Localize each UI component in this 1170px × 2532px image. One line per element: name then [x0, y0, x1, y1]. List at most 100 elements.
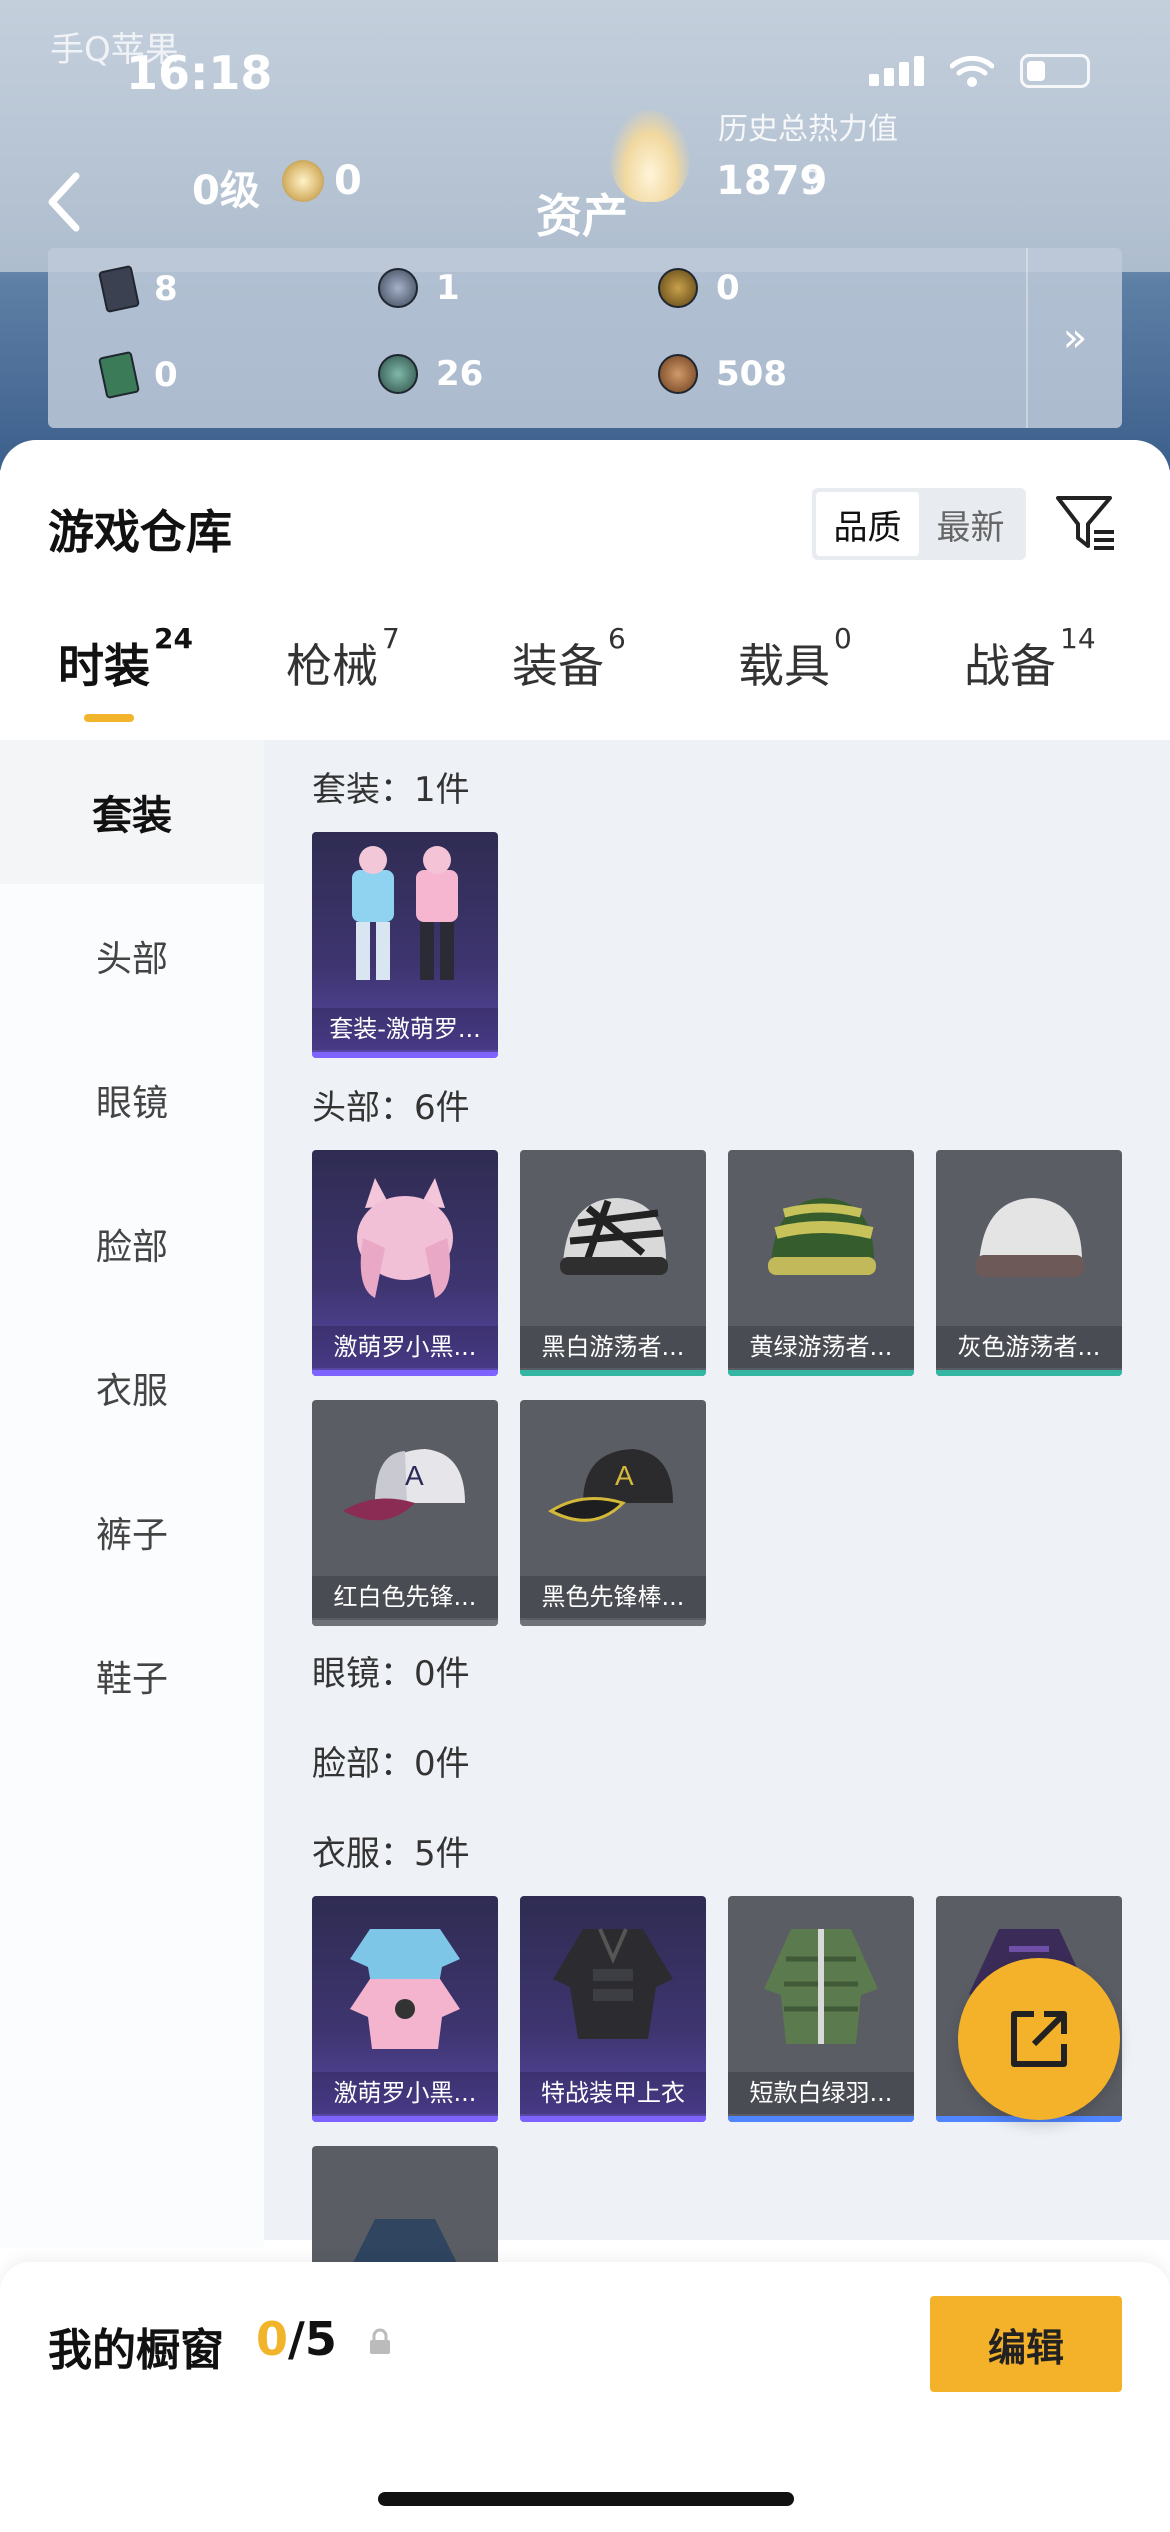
rank-value: 0 [334, 158, 362, 204]
tab-count: 14 [1060, 621, 1096, 655]
rarity-bar [728, 2116, 914, 2122]
showcase-count: 0/5 [256, 2312, 337, 2366]
share-button[interactable] [958, 1958, 1120, 2120]
signal-icon [869, 56, 924, 86]
sidebar-item-head[interactable]: 头部 [0, 884, 264, 1028]
rarity-bar [312, 1620, 498, 1626]
status-time: 16:18 [126, 46, 273, 100]
status-icons [869, 54, 1090, 88]
edit-button[interactable]: 编辑 [930, 2296, 1122, 2392]
sidebar-item-pants[interactable]: 裤子 [0, 1460, 264, 1604]
assets-panel: 8 1 0 0 26 508 » [48, 248, 1122, 428]
item-card[interactable]: 黑白游荡者... [520, 1150, 706, 1376]
item-card[interactable]: 套装-激萌罗... [312, 832, 498, 1058]
asset-item: 0 [98, 350, 178, 400]
category-tabs: 时装24 枪械7 装备6 载具0 战备14 [0, 622, 1170, 740]
item-name: 黄绿游荡者... [728, 1326, 914, 1368]
back-button[interactable] [44, 172, 104, 242]
sidebar-item-glasses[interactable]: 眼镜 [0, 1028, 264, 1172]
pink-blue-shirts-image [312, 1896, 498, 2072]
svg-text:A: A [405, 1460, 424, 1491]
yellow-green-beanie-image [728, 1150, 914, 1326]
rarity-bar [520, 1370, 706, 1376]
rarity-bar [312, 1052, 498, 1058]
item-card[interactable]: A 红白色先锋... [312, 1400, 498, 1626]
item-card[interactable]: A 黑色先锋棒... [520, 1400, 706, 1626]
item-card[interactable]: 灰色游荡者... [936, 1150, 1122, 1376]
tab-label: 枪械 [286, 639, 378, 693]
asset-value: 0 [716, 268, 740, 308]
asset-item: 1 [378, 268, 460, 308]
tab-label: 载具 [738, 639, 830, 693]
item-name: 特战装甲上衣 [520, 2072, 706, 2114]
asset-value: 0 [154, 355, 178, 395]
tab-count: 6 [608, 621, 626, 655]
item-name: 灰色游荡者... [936, 1326, 1122, 1368]
tab-label: 装备 [512, 639, 604, 693]
page-title: 资产 [536, 189, 628, 243]
rank-badge-icon [282, 160, 324, 202]
section-label-suit: 套装：1件 [312, 770, 470, 810]
tab-supplies[interactable]: 战备14 [964, 622, 1096, 696]
tab-fashion[interactable]: 时装24 [58, 622, 193, 696]
sort-quality-button[interactable]: 品质 [816, 492, 919, 556]
heat-label: 历史总热力值 [718, 112, 898, 147]
item-card[interactable]: 激萌罗小黑... [312, 1150, 498, 1376]
share-icon [1011, 2011, 1067, 2067]
item-name: 套装-激萌罗... [312, 1008, 498, 1050]
sort-latest-button[interactable]: 最新 [919, 492, 1022, 556]
sort-toggle: 品质 最新 [812, 488, 1026, 560]
asset-value: 26 [436, 354, 484, 394]
home-indicator [378, 2492, 794, 2506]
svg-text:A: A [615, 1460, 634, 1491]
item-name: 激萌罗小黑... [312, 2072, 498, 2114]
item-name: 短款白绿羽... [728, 2072, 914, 2114]
steel-medal-icon [378, 268, 418, 308]
item-card[interactable]: 短款白绿羽... [728, 1896, 914, 2122]
tab-label: 时装 [58, 639, 150, 693]
sidebar-item-suit[interactable]: 套装 [0, 740, 264, 884]
battery-icon [1020, 54, 1090, 88]
rarity-bar [728, 1370, 914, 1376]
item-card[interactable]: 激萌罗小黑... [312, 1896, 498, 2122]
asset-item: 8 [98, 264, 178, 314]
item-name: 黑白游荡者... [520, 1326, 706, 1368]
black-cap-image: A [520, 1400, 706, 1576]
showcase-current: 0 [256, 2312, 289, 2366]
sidebar-filler [0, 1748, 264, 2248]
lock-icon [370, 2328, 390, 2354]
asset-value: 8 [154, 269, 178, 309]
rarity-bar [312, 1370, 498, 1376]
tab-equipment[interactable]: 装备6 [512, 622, 626, 696]
help-icon[interactable]: ? [806, 166, 820, 196]
filter-button[interactable] [1054, 492, 1118, 556]
pink-hair-image [312, 1150, 498, 1326]
tab-weapons[interactable]: 枪械7 [286, 622, 400, 696]
sidebar: 套装 头部 眼镜 脸部 衣服 裤子 鞋子 [0, 740, 264, 2248]
assets-more-button[interactable]: » [1026, 248, 1122, 428]
section-label-clothes: 衣服：5件 [312, 1834, 470, 1874]
sidebar-item-face[interactable]: 脸部 [0, 1172, 264, 1316]
gold-coin-icon [658, 268, 698, 308]
red-white-cap-image: A [312, 1400, 498, 1576]
green-puffer-image [728, 1896, 914, 2072]
sidebar-item-clothes[interactable]: 衣服 [0, 1316, 264, 1460]
sidebar-item-shoes[interactable]: 鞋子 [0, 1604, 264, 1748]
item-card[interactable]: 黄绿游荡者... [728, 1150, 914, 1376]
tab-count: 0 [834, 621, 852, 655]
teal-coin-icon [378, 354, 418, 394]
suit-outfit-image [312, 832, 498, 1008]
zebra-beanie-image [520, 1150, 706, 1326]
wifi-icon [950, 55, 994, 87]
section-label-face: 脸部：0件 [312, 1744, 470, 1784]
rarity-bar [312, 2116, 498, 2122]
asset-item: 26 [378, 354, 483, 394]
gray-beanie-image [936, 1150, 1122, 1326]
rarity-bar [936, 1370, 1122, 1376]
item-card[interactable]: 特战装甲上衣 [520, 1896, 706, 2122]
section-label-head: 头部：6件 [312, 1088, 470, 1128]
tab-vehicles[interactable]: 载具0 [738, 622, 852, 696]
section-label-glasses: 眼镜：0件 [312, 1654, 470, 1694]
item-name: 激萌罗小黑... [312, 1326, 498, 1368]
asset-item: 0 [658, 268, 740, 308]
